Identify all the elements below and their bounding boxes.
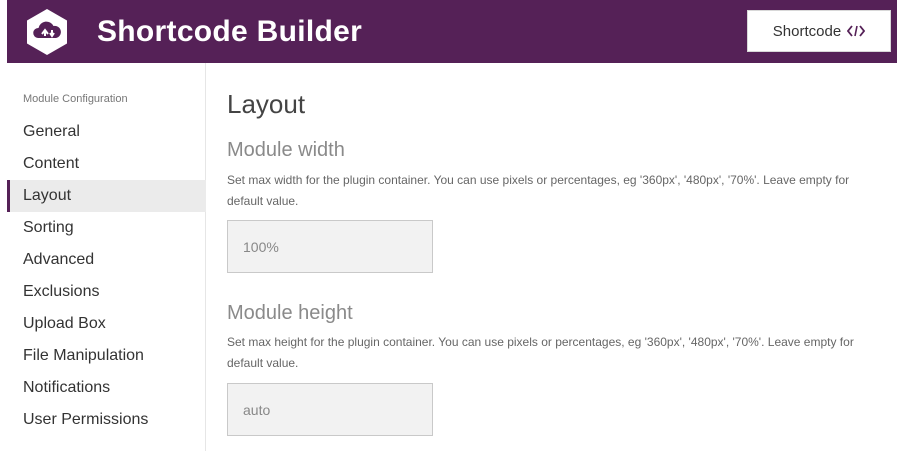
module-width-input[interactable] <box>227 220 433 273</box>
module-width-label: Module width <box>227 139 345 161</box>
sidebar-item-exclusions[interactable]: Exclusions <box>7 276 206 308</box>
page-title: Layout <box>227 89 306 119</box>
shortcode-button-label: Shortcode <box>772 22 842 40</box>
sidebar-item-content[interactable]: Content <box>7 148 206 180</box>
module-height-input[interactable] <box>227 383 433 436</box>
module-width-description: Set max width for the plugin container. … <box>227 173 850 208</box>
sidebar-item-advanced[interactable]: Advanced <box>7 244 206 276</box>
code-icon <box>847 25 866 37</box>
header-bar: Shortcode Builder Shortcode <box>7 0 897 63</box>
sidebar: Module Configuration General Content Lay… <box>7 63 206 451</box>
shortcode-button[interactable]: Shortcode <box>747 10 891 52</box>
module-height-description: Set max height for the plugin container.… <box>227 335 854 370</box>
sidebar-heading: Module Configuration <box>23 93 128 105</box>
sidebar-item-user-permissions[interactable]: User Permissions <box>7 404 206 436</box>
sidebar-item-notifications[interactable]: Notifications <box>7 372 206 404</box>
sidebar-item-general[interactable]: General <box>7 116 206 148</box>
sidebar-item-layout[interactable]: Layout <box>7 180 206 212</box>
app-title: Shortcode Builder <box>97 15 363 48</box>
page-left-edge <box>0 0 7 451</box>
module-height-label: Module height <box>227 302 353 324</box>
sidebar-item-file-manipulation[interactable]: File Manipulation <box>7 340 206 372</box>
sidebar-item-sorting[interactable]: Sorting <box>7 212 206 244</box>
cloud-logo-icon <box>27 9 67 55</box>
sidebar-item-upload-box[interactable]: Upload Box <box>7 308 206 340</box>
sidebar-menu: General Content Layout Sorting Advanced … <box>7 116 206 436</box>
